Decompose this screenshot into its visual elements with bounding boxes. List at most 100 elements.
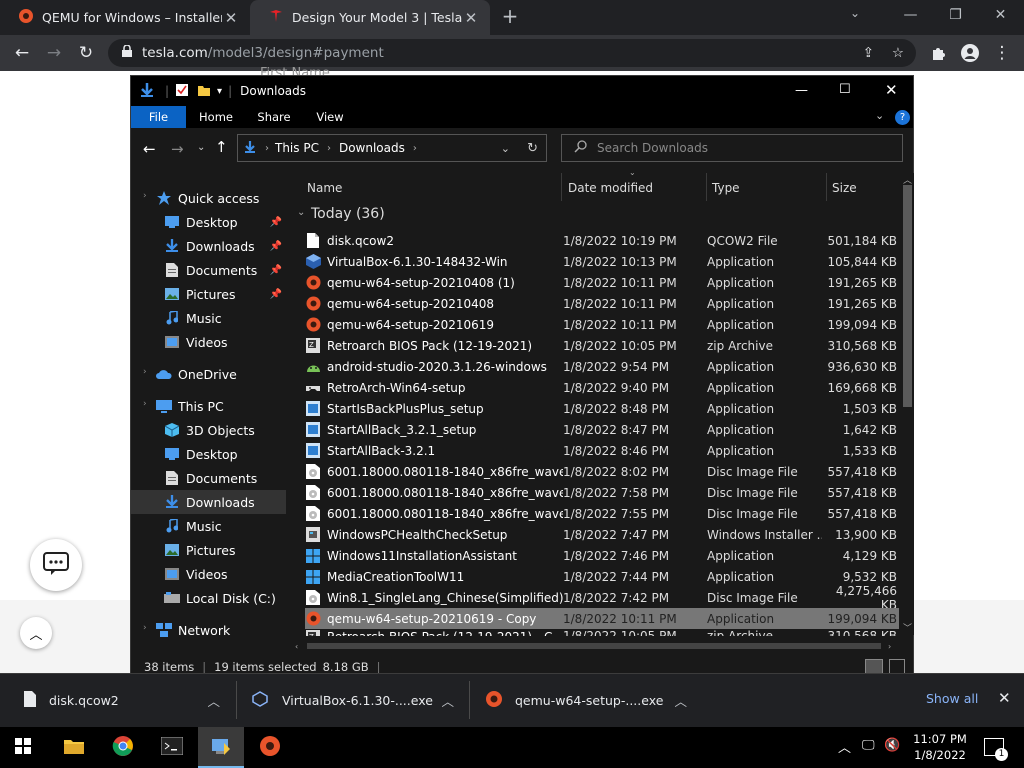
ribbon-tab-share[interactable]: Share [249, 106, 299, 128]
address-dropdown-icon[interactable]: ⌄ [501, 142, 510, 155]
file-row[interactable]: Z Retroarch BIOS Pack (12-19-2021) 1/8/202… [305, 335, 899, 356]
group-collapse-icon[interactable]: ⌄ [297, 207, 305, 218]
taskbar-chrome[interactable] [100, 727, 146, 768]
tab-tesla[interactable]: Design Your Model 3 | Tesla ✕ [250, 0, 490, 35]
scroll-left-arrow-icon[interactable]: ‹ [295, 642, 298, 651]
expand-chevron-icon[interactable]: › [143, 623, 147, 633]
ribbon-tab-view[interactable]: View [306, 106, 354, 128]
ex-maximize-icon[interactable]: ☐ [839, 82, 851, 97]
nav-pc-local-disk-c[interactable]: Local Disk (C:) [131, 586, 286, 610]
file-row[interactable]: disk.qcow2 1/8/2022 10:19 PM QCOW2 File 501… [305, 230, 899, 251]
file-row[interactable]: Z Retroarch BIOS Pack (12-19-2021) - C...… [305, 629, 899, 636]
file-row[interactable]: StartAllBack-3.2.1 1/8/2022 8:46 PM Applic… [305, 440, 899, 461]
ex-minimize-icon[interactable]: — [795, 83, 808, 98]
nav-pc-downloads[interactable]: Downloads [131, 490, 286, 514]
extensions-icon[interactable] [924, 35, 952, 71]
column-divider[interactable] [561, 173, 562, 201]
show-all-link[interactable]: Show all [926, 691, 978, 706]
chat-button[interactable] [30, 539, 82, 591]
expand-chevron-icon[interactable]: › [143, 399, 147, 409]
back-icon[interactable]: ← [8, 35, 36, 71]
column-divider[interactable] [706, 173, 707, 201]
expand-ribbon-icon[interactable]: ⌄ [875, 109, 884, 122]
volume-muted-icon[interactable]: 🔇 [884, 738, 900, 753]
taskbar-terminal[interactable] [149, 727, 195, 768]
taskbar-explorer[interactable] [51, 727, 97, 768]
chevron-up-icon[interactable]: ︿ [441, 691, 454, 710]
file-row[interactable]: qemu-w64-setup-20210408 (1) 1/8/2022 10:1… [305, 272, 899, 293]
restore-icon[interactable]: ❐ [933, 0, 978, 30]
taskbar-clock[interactable]: 11:07 PM 1/8/2022 [905, 731, 975, 763]
nav-network[interactable]: Network [131, 618, 286, 642]
nav-qa-desktop[interactable]: Desktop 📌 [131, 210, 286, 234]
nav-qa-pictures[interactable]: Pictures 📌 [131, 282, 286, 306]
ex-close-icon[interactable]: ✕ [885, 81, 898, 99]
file-row[interactable]: qemu-w64-setup-20210619 1/8/2022 10:11 PM… [305, 314, 899, 335]
file-row[interactable]: VirtualBox-6.1.30-148432-Win 1/8/2022 10:… [305, 251, 899, 272]
scroll-down-arrow-icon[interactable]: ﹀ [903, 621, 912, 634]
pin-icon[interactable]: 📌 [270, 241, 282, 252]
nav-qa-music[interactable]: Music [131, 306, 286, 330]
nav-pc-music[interactable]: Music [131, 514, 286, 538]
nav-qa-downloads[interactable]: Downloads 📌 [131, 234, 286, 258]
tab-close-icon[interactable]: ✕ [462, 9, 480, 27]
network-icon[interactable]: 🖵 [862, 738, 875, 753]
share-icon[interactable]: ⇪ [863, 45, 874, 61]
chevron-up-icon[interactable]: ︿ [207, 691, 220, 710]
nav-pc-documents[interactable]: Documents [131, 466, 286, 490]
close-window-icon[interactable]: ✕ [978, 0, 1023, 30]
column-date[interactable]: Date modified [568, 177, 653, 199]
scroll-up-button[interactable]: ︿ [20, 617, 52, 649]
file-row[interactable]: 6001.18000.080118-1840_x86fre_wave1_Se..… [305, 461, 899, 482]
file-row[interactable]: Windows11InstallationAssistant 1/8/2022 7… [305, 545, 899, 566]
nav-pc-3d-objects[interactable]: 3D Objects [131, 418, 286, 442]
h-scroll-thumb[interactable] [307, 643, 881, 649]
new-folder-icon[interactable] [197, 83, 211, 100]
breadcrumb-this-pc[interactable]: This PC [275, 141, 319, 155]
file-row[interactable]: MediaCreationToolW11 1/8/2022 7:44 PM Appl… [305, 566, 899, 587]
pin-icon[interactable]: 📌 [270, 289, 282, 300]
nav-pc-videos[interactable]: Videos [131, 562, 286, 586]
file-row[interactable]: qemu-w64-setup-20210619 - Copy 1/8/2022 1… [305, 608, 899, 629]
file-row[interactable]: StartIsBackPlusPlus_setup 1/8/2022 8:48 P… [305, 398, 899, 419]
taskbar-installer[interactable] [198, 727, 244, 768]
address-bar[interactable]: › This PC › Downloads › ⌄ ↻ [237, 134, 547, 162]
forward-icon[interactable]: → [40, 35, 68, 71]
properties-icon[interactable] [175, 83, 189, 100]
chrome-menu-icon[interactable]: ⋮ [988, 35, 1016, 71]
column-type[interactable]: Type [712, 177, 740, 199]
tab-close-icon[interactable]: ✕ [222, 9, 240, 27]
reload-icon[interactable]: ↻ [72, 35, 100, 71]
recent-dropdown-icon[interactable]: ⌄ [197, 142, 205, 153]
file-row[interactable]: StartAllBack_3.2.1_setup 1/8/2022 8:47 PM… [305, 419, 899, 440]
breadcrumb-downloads[interactable]: Downloads [339, 141, 405, 155]
up-icon[interactable]: ↑ [215, 138, 228, 156]
file-row[interactable]: 6001.18000.080118-1840_x86fre_wave1_Se..… [305, 482, 899, 503]
expand-chevron-icon[interactable]: › [143, 191, 147, 201]
download-item[interactable]: qemu-w64-setup-....exe ︿ [485, 673, 701, 727]
taskbar-qemu[interactable] [247, 727, 293, 768]
nav-pc-desktop[interactable]: Desktop [131, 442, 286, 466]
nav-onedrive[interactable]: OneDrive [131, 362, 286, 386]
column-size[interactable]: Size [832, 177, 857, 199]
pin-icon[interactable]: 📌 [270, 217, 282, 228]
download-item[interactable]: VirtualBox-6.1.30-....exe ︿ [252, 673, 468, 727]
ribbon-tab-file[interactable]: File [131, 106, 186, 128]
ribbon-tab-home[interactable]: Home [190, 106, 242, 128]
download-item[interactable]: disk.qcow2 ︿ [24, 673, 234, 727]
minimize-icon[interactable]: — [888, 0, 933, 30]
file-row[interactable]: 6001.18000.080118-1840_x86fre_wave1_Se..… [305, 503, 899, 524]
url-bar[interactable]: tesla.com/model3/design#payment ⇪ ☆ [108, 39, 916, 67]
scroll-thumb[interactable] [903, 185, 912, 407]
new-tab-button[interactable]: + [499, 4, 521, 30]
nav-qa-videos[interactable]: Videos [131, 330, 286, 354]
file-row[interactable]: WindowsPCHealthCheckSetup 1/8/2022 7:47 P… [305, 524, 899, 545]
ex-forward-icon[interactable]: → [171, 140, 184, 158]
horizontal-scrollbar[interactable]: ‹ › [291, 638, 900, 654]
nav-qa-documents[interactable]: Documents 📌 [131, 258, 286, 282]
expand-chevron-icon[interactable]: › [143, 367, 147, 377]
nav-this-pc[interactable]: This PC [131, 394, 286, 418]
column-divider[interactable] [826, 173, 827, 201]
close-shelf-icon[interactable]: ✕ [998, 689, 1011, 707]
scroll-right-arrow-icon[interactable]: › [888, 642, 891, 651]
